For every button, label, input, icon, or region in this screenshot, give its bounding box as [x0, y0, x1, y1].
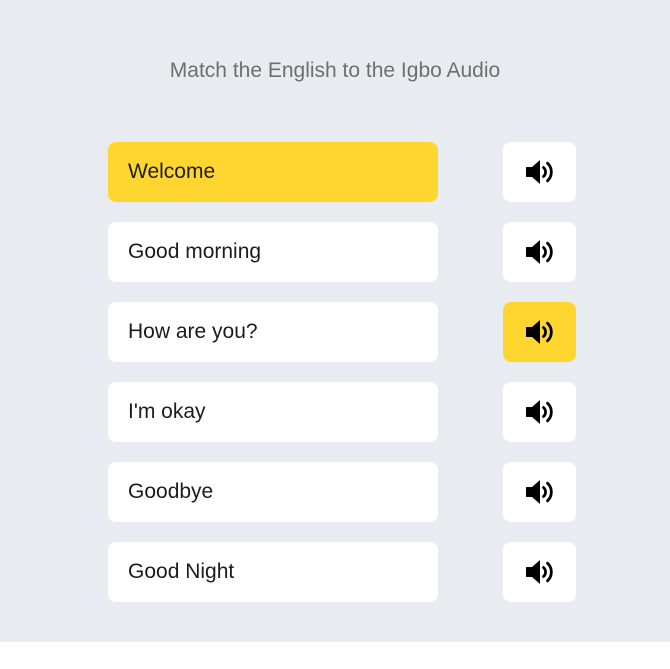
igbo-audio-button[interactable] — [503, 382, 576, 442]
english-phrase-option[interactable]: Good Night — [108, 542, 438, 602]
english-phrase-option[interactable]: How are you? — [108, 302, 438, 362]
english-phrase-option[interactable]: Goodbye — [108, 462, 438, 522]
match-row: Goodbye — [0, 462, 670, 522]
speaker-icon — [524, 317, 556, 347]
english-phrase-option[interactable]: Good morning — [108, 222, 438, 282]
english-phrase-label: Good morning — [128, 240, 262, 263]
speaker-icon — [524, 557, 556, 587]
igbo-audio-button[interactable] — [503, 302, 576, 362]
speaker-icon — [524, 397, 556, 427]
english-phrase-label: I'm okay — [128, 400, 206, 423]
english-phrase-option[interactable]: I'm okay — [108, 382, 438, 442]
match-row: I'm okay — [0, 382, 670, 442]
igbo-audio-button[interactable] — [503, 142, 576, 202]
igbo-audio-button[interactable] — [503, 462, 576, 522]
english-phrase-label: Good Night — [128, 560, 235, 583]
english-phrase-label: Welcome — [128, 160, 216, 183]
match-row: How are you? — [0, 302, 670, 362]
speaker-icon — [524, 477, 556, 507]
match-row: Good morning — [0, 222, 670, 282]
english-phrase-label: How are you? — [128, 320, 258, 343]
speaker-icon — [524, 157, 556, 187]
match-row: Welcome — [0, 142, 670, 202]
exercise-panel: Match the English to the Igbo Audio Welc… — [0, 0, 670, 642]
igbo-audio-button[interactable] — [503, 542, 576, 602]
igbo-audio-button[interactable] — [503, 222, 576, 282]
speaker-icon — [524, 237, 556, 267]
exercise-prompt: Match the English to the Igbo Audio — [169, 59, 501, 82]
english-phrase-label: Goodbye — [128, 480, 214, 503]
english-phrase-option[interactable]: Welcome — [108, 142, 438, 202]
bottom-strip — [0, 642, 670, 669]
match-row: Good Night — [0, 542, 670, 602]
